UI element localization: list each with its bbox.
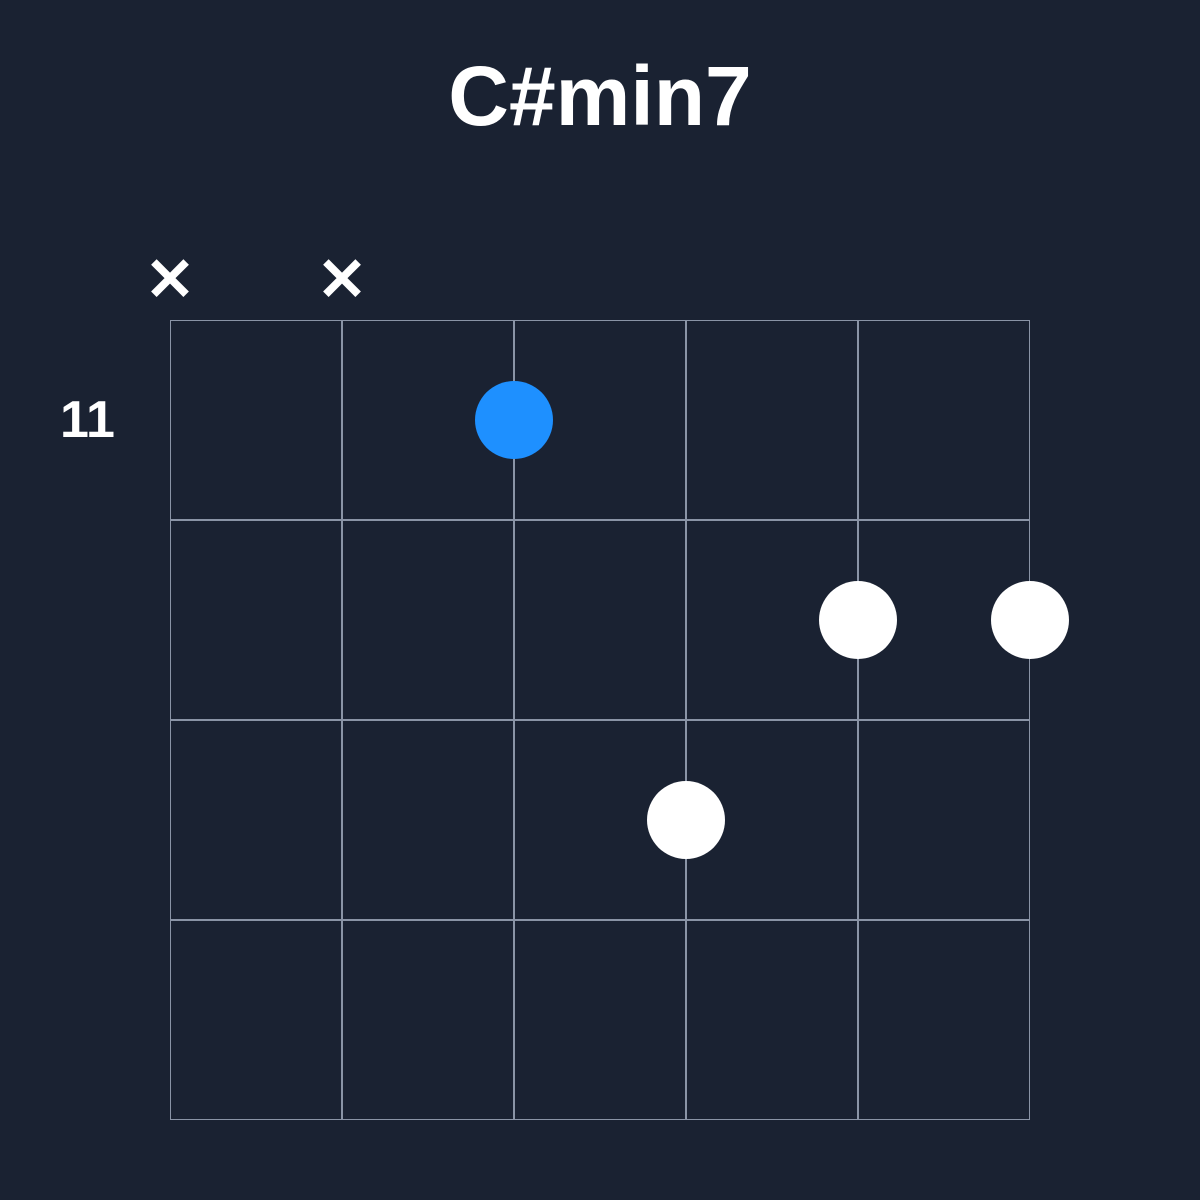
finger-dot	[819, 581, 897, 659]
chord-title: C#min7	[448, 48, 751, 145]
chord-diagram: 11✕✕	[170, 260, 1030, 1120]
finger-dot	[647, 781, 725, 859]
starting-fret-label: 11	[60, 390, 115, 450]
root-note-dot	[475, 381, 553, 459]
mute-marker-icon: ✕	[317, 250, 367, 310]
fretboard-grid	[170, 320, 1030, 1120]
finger-dot	[991, 581, 1069, 659]
mute-marker-icon: ✕	[145, 250, 195, 310]
